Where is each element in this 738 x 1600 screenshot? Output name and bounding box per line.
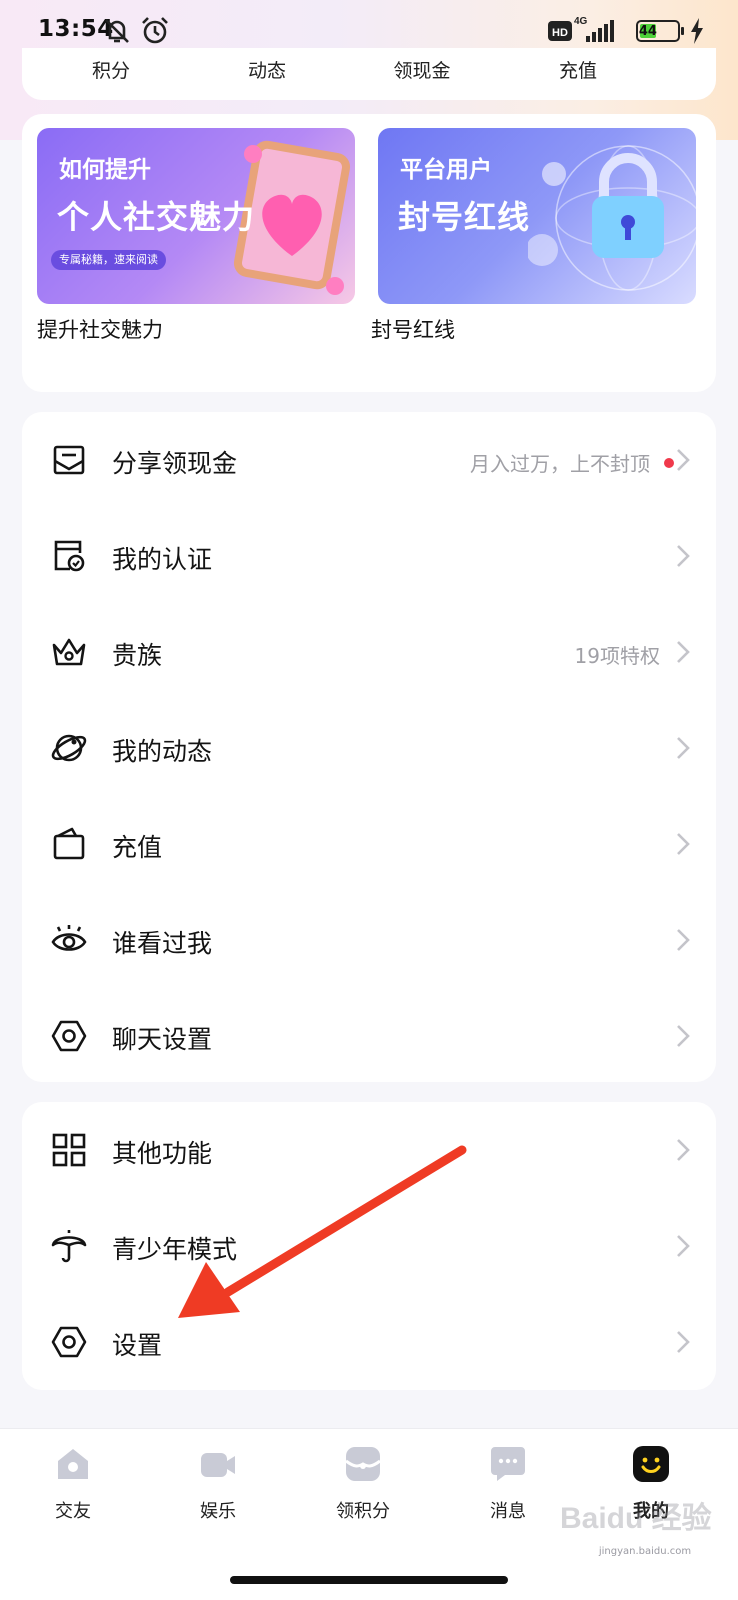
hex-settings-icon xyxy=(51,1020,87,1052)
menu-item-share-cash[interactable]: 分享领现金 月入过万，上不封顶 xyxy=(22,412,716,508)
chevron-right-icon xyxy=(677,833,690,855)
menu-item-recharge[interactable]: 充值 xyxy=(22,796,716,892)
nav-tab-points[interactable]: 领积分 xyxy=(313,1445,413,1529)
hd-icon: HD xyxy=(548,21,572,41)
battery-cap xyxy=(681,27,684,35)
nav-tab-dating[interactable]: 交友 xyxy=(23,1445,123,1529)
menu-label: 充值 xyxy=(112,833,163,862)
crown-icon xyxy=(52,638,86,666)
menu-item-chat-settings[interactable]: 聊天设置 xyxy=(22,988,716,1084)
notification-dot xyxy=(664,458,674,468)
menu-label: 分享领现金 xyxy=(112,449,238,478)
svg-text:4G: 4G xyxy=(574,16,588,27)
umbrella-icon xyxy=(51,1230,87,1263)
baidu-watermark: Baidu 经验 xyxy=(560,1501,712,1535)
banner-2-line2: 封号红线 xyxy=(398,198,531,236)
watermark-url: jingyan.baidu.com xyxy=(598,1546,692,1557)
banner-2-caption[interactable]: 封号红线 xyxy=(371,314,455,344)
nav-label: 消息 xyxy=(490,1501,526,1522)
chevron-right-icon xyxy=(677,929,690,951)
banner-2-line1: 平台用户 xyxy=(400,157,492,183)
stats-strip: 积分 动态 领现金 充值 xyxy=(22,48,716,100)
menu-item-my-moments[interactable]: 我的动态 xyxy=(22,700,716,796)
video-icon xyxy=(201,1453,235,1477)
stat-moments[interactable]: 动态 xyxy=(207,56,327,83)
banner-card: 如何提升 个人社交魅力 专属秘籍，速来阅读 平台用户 封号红线 提升社交魅力 封… xyxy=(22,114,716,392)
nav-label: 交友 xyxy=(55,1501,91,1522)
menu-label: 青少年模式 xyxy=(112,1235,238,1264)
menu-label: 贵族 xyxy=(112,641,163,670)
chevron-right-icon xyxy=(677,737,690,759)
menu-label: 我的认证 xyxy=(112,545,213,574)
smile-profile-icon xyxy=(633,1446,669,1482)
menu-item-teen-mode[interactable]: 青少年模式 xyxy=(22,1198,716,1294)
chevron-right-icon xyxy=(677,1331,690,1353)
chevron-right-icon xyxy=(677,545,690,567)
svg-text:Baidu 经验: Baidu 经验 xyxy=(560,1501,712,1535)
menu-hint: 月入过万，上不封顶 xyxy=(470,452,650,476)
menu-item-settings[interactable]: 设置 xyxy=(22,1294,716,1390)
charging-icon xyxy=(691,18,703,44)
chevron-right-icon xyxy=(677,449,690,471)
certification-icon xyxy=(54,540,85,572)
stat-cash[interactable]: 领现金 xyxy=(362,56,482,83)
nav-tab-messages[interactable]: 消息 xyxy=(458,1445,558,1529)
menu-label: 设置 xyxy=(112,1331,163,1360)
chevron-right-icon xyxy=(677,1139,690,1161)
menu-item-certification[interactable]: 我的认证 xyxy=(22,508,716,604)
eye-icon xyxy=(51,925,87,951)
chevron-right-icon xyxy=(677,1025,690,1047)
battery-icon: 44 xyxy=(636,20,680,42)
wallet-icon xyxy=(53,827,85,860)
banner-ban-rules[interactable]: 平台用户 封号红线 xyxy=(378,128,696,304)
battery-level: 44 xyxy=(638,23,657,39)
grid-icon xyxy=(52,1133,86,1167)
home-indicator[interactable] xyxy=(230,1576,508,1584)
menu-label: 谁看过我 xyxy=(112,929,213,958)
home-icon xyxy=(58,1449,88,1479)
mute-icon xyxy=(105,19,129,43)
cellular-signal-icon: 4G xyxy=(574,16,614,42)
banner-1-tag: 专属秘籍，速来阅读 xyxy=(51,250,166,270)
banner-1-caption[interactable]: 提升社交魅力 xyxy=(37,314,163,344)
share-envelope-icon xyxy=(53,445,85,475)
points-icon xyxy=(345,1447,381,1481)
hex-settings-icon xyxy=(51,1326,87,1358)
nav-label: 领积分 xyxy=(336,1501,390,1522)
menu-hint: 19项特权 xyxy=(574,644,660,668)
alarm-icon xyxy=(142,17,168,44)
chevron-right-icon xyxy=(677,1235,690,1257)
menu-item-visitors[interactable]: 谁看过我 xyxy=(22,892,716,988)
stat-points[interactable]: 积分 xyxy=(51,56,171,83)
menu-item-nobility[interactable]: 贵族 19项特权 xyxy=(22,604,716,700)
lock-illustration xyxy=(528,145,696,291)
stat-recharge[interactable]: 充值 xyxy=(518,56,638,83)
menu-label: 其他功能 xyxy=(112,1139,213,1168)
svg-text:HD: HD xyxy=(552,27,568,39)
menu-label: 我的动态 xyxy=(112,737,213,766)
chevron-right-icon xyxy=(677,641,690,663)
message-icon xyxy=(491,1447,525,1481)
nav-label: 娱乐 xyxy=(200,1501,236,1522)
banner-1-line2: 个人社交魅力 xyxy=(57,198,256,236)
menu-group-main: 分享领现金 月入过万，上不封顶 我的认证 贵族 19项特权 我的动态 充值 谁看… xyxy=(22,412,716,1082)
menu-group-secondary: 其他功能 青少年模式 设置 xyxy=(22,1102,716,1390)
planet-icon xyxy=(51,734,87,762)
menu-label: 聊天设置 xyxy=(112,1025,213,1054)
banner-1-line1: 如何提升 xyxy=(59,157,151,183)
nav-tab-entertainment[interactable]: 娱乐 xyxy=(168,1445,268,1529)
banner-social-charm[interactable]: 如何提升 个人社交魅力 专属秘籍，速来阅读 xyxy=(37,128,355,304)
menu-item-other-features[interactable]: 其他功能 xyxy=(22,1102,716,1198)
